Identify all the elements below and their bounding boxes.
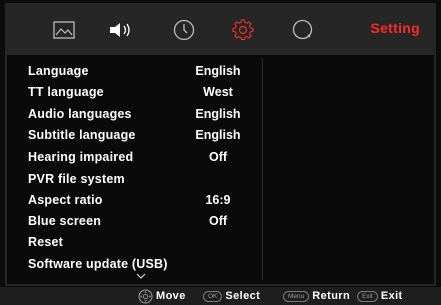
menu-item-label: Software update (USB) — [28, 257, 168, 271]
speaker-icon — [110, 23, 130, 37]
category-tab-bar: Setting — [7, 5, 434, 55]
menu-item-label: Hearing impaired — [28, 150, 134, 164]
hint-return: Menu Return — [283, 287, 350, 305]
tab-setting[interactable] — [226, 5, 260, 55]
hint-move: Move — [138, 287, 186, 305]
hint-move-label: Move — [156, 290, 186, 302]
menu-item-reset[interactable]: Reset — [28, 232, 263, 252]
menu-item-value: English — [195, 107, 241, 121]
ok-key-badge: OK — [203, 290, 223, 302]
tab-sound[interactable] — [104, 5, 138, 55]
clock-icon — [173, 19, 195, 41]
menu-item-value: Off — [208, 214, 228, 228]
menu-item-hearing-impaired[interactable]: Hearing impaired Off — [28, 147, 263, 167]
menu-item-label: Subtitle language — [28, 128, 136, 142]
menu-item-aspect-ratio[interactable]: Aspect ratio 16:9 — [28, 190, 263, 210]
hint-exit-label: Exit — [380, 290, 403, 302]
chevron-down-icon[interactable] — [136, 272, 146, 280]
menu-item-value: English — [195, 128, 241, 142]
tab-picture[interactable] — [47, 5, 81, 55]
menu-item-label: Language — [28, 64, 89, 78]
tab-search[interactable] — [286, 5, 320, 55]
tab-time[interactable] — [167, 5, 201, 55]
menu-item-label: Blue screen — [28, 214, 102, 228]
exit-key-badge: Exit — [357, 290, 378, 302]
menu-item-blue-screen[interactable]: Blue screen Off — [28, 211, 263, 231]
menu-item-label: PVR file system — [28, 172, 125, 186]
hint-select: OK Select — [203, 287, 260, 305]
menu-item-tt-language[interactable]: TT language West — [28, 82, 263, 102]
menu-item-software-update[interactable]: Software update (USB) — [28, 254, 263, 274]
gear-icon — [232, 19, 254, 40]
menu-item-label: Audio languages — [28, 107, 132, 121]
menu-item-pvr-file-system[interactable]: PVR file system — [28, 169, 263, 189]
menu-item-value: Off — [208, 150, 228, 164]
footer-hint-bar: Move OK Select Menu Return Exit Exit — [0, 287, 441, 305]
menu-item-label: TT language — [28, 85, 104, 99]
menu-key-badge: Menu — [283, 290, 310, 302]
hint-return-label: Return — [312, 290, 351, 302]
menu-item-language[interactable]: Language English — [28, 61, 263, 81]
menu-item-value: English — [195, 64, 241, 78]
search-icon — [292, 19, 313, 40]
menu-item-subtitle-language[interactable]: Subtitle language English — [28, 125, 263, 145]
hint-select-label: Select — [225, 290, 261, 302]
menu-item-value: West — [203, 85, 233, 99]
navigation-pad-icon — [138, 289, 153, 303]
menu-item-label: Aspect ratio — [28, 193, 103, 207]
menu-item-value: 16:9 — [205, 193, 231, 207]
picture-icon — [53, 21, 75, 39]
menu-item-label: Reset — [28, 235, 64, 249]
hint-exit: Exit Exit — [357, 287, 403, 305]
menu-item-audio-languages[interactable]: Audio languages English — [28, 104, 263, 124]
page-title: Setting — [370, 20, 420, 36]
